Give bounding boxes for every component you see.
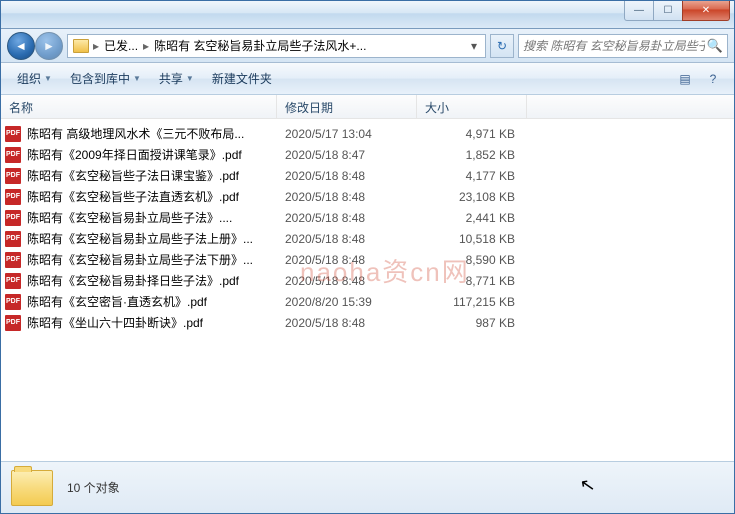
file-size: 4,177 KB (419, 169, 529, 183)
file-name: 陈昭有《玄空秘旨易卦立局些子法上册》... (27, 230, 279, 247)
file-name: 陈昭有《玄空秘旨易卦立局些子法下册》... (27, 251, 279, 268)
file-date: 2020/5/18 8:48 (279, 253, 419, 267)
nav-forward-button[interactable]: ► (35, 32, 63, 60)
file-date: 2020/8/20 15:39 (279, 295, 419, 309)
address-row: ◄ ► ▸ 已发... ▸ 陈昭有 玄空秘旨易卦立局些子法风水+... ▾ ↻ … (1, 29, 734, 63)
file-name: 陈昭有《玄空秘旨易卦立局些子法》.... (27, 209, 279, 226)
file-row[interactable]: PDF 陈昭有《玄空密旨·直透玄机》.pdf2020/8/20 15:39117,… (1, 291, 734, 312)
file-row[interactable]: PDF 陈昭有《玄空秘旨些子法日课宝鉴》.pdf2020/5/18 8:484,1… (1, 165, 734, 186)
refresh-button[interactable]: ↻ (490, 34, 514, 58)
column-headers: 名称 修改日期 大小 (1, 95, 734, 119)
chevron-down-icon: ▼ (44, 74, 52, 83)
status-bar: 10 个对象 (1, 461, 734, 513)
search-input[interactable] (523, 39, 705, 53)
pdf-icon: PDF (5, 147, 21, 163)
chevron-down-icon: ▼ (133, 74, 141, 83)
help-button[interactable]: ? (700, 67, 726, 91)
file-size: 8,590 KB (419, 253, 529, 267)
titlebar: — ☐ ✕ (1, 1, 734, 29)
file-row[interactable]: PDF 陈昭有《2009年择日面授讲课笔录》.pdf2020/5/18 8:471… (1, 144, 734, 165)
file-size: 10,518 KB (419, 232, 529, 246)
address-bar[interactable]: ▸ 已发... ▸ 陈昭有 玄空秘旨易卦立局些子法风水+... ▾ (67, 34, 486, 58)
pdf-icon: PDF (5, 126, 21, 142)
breadcrumb-parent[interactable]: 已发... (100, 35, 142, 57)
close-button[interactable]: ✕ (682, 1, 730, 21)
pdf-icon: PDF (5, 210, 21, 226)
file-row[interactable]: PDF 陈昭有《玄空秘旨易卦立局些子法》....2020/5/18 8:482,4… (1, 207, 734, 228)
file-row[interactable]: PDF 陈昭有《玄空秘旨易卦择日些子法》.pdf2020/5/18 8:488,7… (1, 270, 734, 291)
file-size: 987 KB (419, 316, 529, 330)
address-dropdown[interactable]: ▾ (465, 35, 483, 57)
file-name: 陈昭有《玄空秘旨易卦择日些子法》.pdf (27, 272, 279, 289)
search-box[interactable]: 🔍 (518, 34, 728, 58)
include-in-library-menu[interactable]: 包含到库中▼ (62, 66, 149, 91)
file-size: 23,108 KB (419, 190, 529, 204)
file-size: 117,215 KB (419, 295, 529, 309)
minimize-button[interactable]: — (624, 1, 654, 21)
new-folder-button[interactable]: 新建文件夹 (204, 66, 280, 91)
nav-back-button[interactable]: ◄ (7, 32, 35, 60)
content-pane: 名称 修改日期 大小 PDF陈昭有 高级地理风水术《三元不败布局...2020/… (1, 95, 734, 461)
column-header-date[interactable]: 修改日期 (277, 95, 417, 118)
file-date: 2020/5/18 8:48 (279, 211, 419, 225)
breadcrumb-current[interactable]: 陈昭有 玄空秘旨易卦立局些子法风水+... (150, 35, 370, 57)
pdf-icon: PDF (5, 294, 21, 310)
pdf-icon: PDF (5, 252, 21, 268)
file-date: 2020/5/18 8:48 (279, 316, 419, 330)
file-row[interactable]: PDF 陈昭有《玄空秘旨易卦立局些子法下册》...2020/5/18 8:488,… (1, 249, 734, 270)
file-list: PDF陈昭有 高级地理风水术《三元不败布局...2020/5/17 13:044… (1, 119, 734, 337)
file-name: 陈昭有《玄空秘旨些子法直透玄机》.pdf (27, 188, 279, 205)
status-count: 10 个对象 (67, 479, 120, 496)
file-date: 2020/5/18 8:48 (279, 274, 419, 288)
column-header-name[interactable]: 名称 (1, 95, 277, 118)
column-header-size[interactable]: 大小 (417, 95, 527, 118)
breadcrumb-sep[interactable]: ▸ (92, 39, 100, 53)
maximize-button[interactable]: ☐ (653, 1, 683, 21)
file-size: 4,971 KB (419, 127, 529, 141)
chevron-down-icon: ▼ (186, 74, 194, 83)
file-date: 2020/5/18 8:48 (279, 232, 419, 246)
pdf-icon: PDF (5, 315, 21, 331)
folder-icon (73, 39, 89, 53)
file-name: 陈昭有《玄空秘旨些子法日课宝鉴》.pdf (27, 167, 279, 184)
breadcrumb-sep[interactable]: ▸ (142, 39, 150, 53)
folder-icon (11, 470, 53, 506)
file-row[interactable]: PDF 陈昭有《坐山六十四卦断诀》.pdf2020/5/18 8:48987 KB (1, 312, 734, 333)
pdf-icon: PDF (5, 231, 21, 247)
pdf-icon: PDF (5, 189, 21, 205)
file-date: 2020/5/18 8:48 (279, 190, 419, 204)
file-size: 2,441 KB (419, 211, 529, 225)
view-options-button[interactable]: ▤ (672, 67, 698, 91)
organize-menu[interactable]: 组织▼ (9, 66, 60, 91)
file-row[interactable]: PDF 陈昭有 高级地理风水术《三元不败布局...2020/5/17 13:044… (1, 123, 734, 144)
file-row[interactable]: PDF 陈昭有《玄空秘旨易卦立局些子法上册》...2020/5/18 8:4810… (1, 228, 734, 249)
file-name: 陈昭有 高级地理风水术《三元不败布局... (27, 125, 279, 142)
file-date: 2020/5/18 8:48 (279, 169, 419, 183)
share-menu[interactable]: 共享▼ (151, 66, 202, 91)
file-date: 2020/5/17 13:04 (279, 127, 419, 141)
explorer-window: — ☐ ✕ ◄ ► ▸ 已发... ▸ 陈昭有 玄空秘旨易卦立局些子法风水+..… (0, 0, 735, 514)
file-size: 1,852 KB (419, 148, 529, 162)
file-row[interactable]: PDF 陈昭有《玄空秘旨些子法直透玄机》.pdf2020/5/18 8:4823,… (1, 186, 734, 207)
file-name: 陈昭有《2009年择日面授讲课笔录》.pdf (27, 146, 279, 163)
search-icon: 🔍 (707, 38, 723, 54)
file-date: 2020/5/18 8:47 (279, 148, 419, 162)
pdf-icon: PDF (5, 168, 21, 184)
file-name: 陈昭有《玄空密旨·直透玄机》.pdf (27, 293, 279, 310)
toolbar: 组织▼ 包含到库中▼ 共享▼ 新建文件夹 ▤ ? (1, 63, 734, 95)
file-size: 8,771 KB (419, 274, 529, 288)
pdf-icon: PDF (5, 273, 21, 289)
file-name: 陈昭有《坐山六十四卦断诀》.pdf (27, 314, 279, 331)
